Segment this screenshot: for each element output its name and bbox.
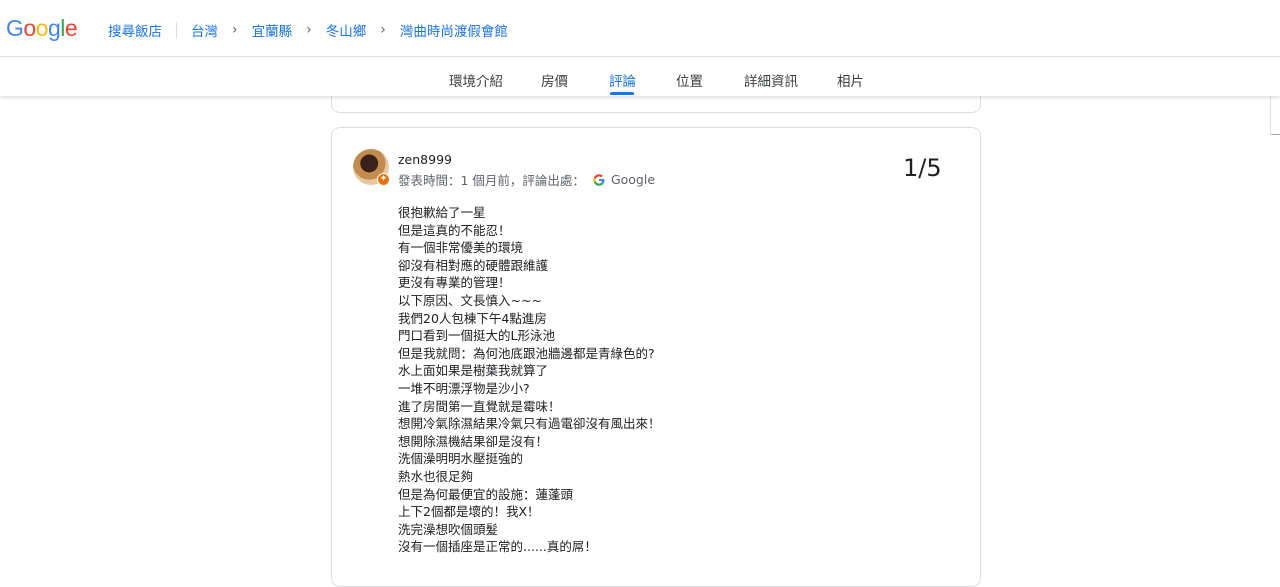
tab-location[interactable]: 位置 [676, 70, 703, 90]
logo-letter: e [64, 15, 78, 41]
tab-reviews[interactable]: 評論 [609, 70, 636, 90]
review-line: 進了房間第一直覺就是霉味！ [398, 398, 561, 414]
review-line: 有一個非常優美的環境 [398, 240, 524, 256]
review-card: ✦ zen8999 發表時間：1 個月前，評論出處： Google 1/5 很抱… [331, 127, 981, 587]
review-line: 沒有一個插座是正常的......真的屌！ [398, 539, 597, 555]
review-line: 上下2個都是壞的！我X！ [398, 504, 540, 520]
review-line: 我們20人包棟下午4點進房 [398, 310, 547, 326]
review-line: 但是這真的不能忍！ [398, 222, 511, 238]
tab-prices[interactable]: 房價 [541, 70, 568, 90]
breadcrumb-hotel-search[interactable]: 搜尋飯店 [108, 20, 162, 40]
review-body: 很抱歉給了一星 但是這真的不能忍！ 有一個非常優美的環境 卻沒有相對應的硬體跟維… [398, 204, 661, 556]
breadcrumb: 搜尋飯店 台灣 › 宜蘭縣 › 冬山鄉 › 灣曲時尚渡假會館 [108, 20, 508, 40]
logo-letter: o [23, 15, 36, 41]
review-source: Google [610, 172, 656, 187]
avatar[interactable]: ✦ [353, 149, 390, 186]
review-line: 很抱歉給了一星 [398, 205, 486, 220]
review-line: 想開除濕機結果卻是沒有！ [398, 433, 549, 449]
scrollbar-mark[interactable] [1271, 134, 1280, 135]
chevron-right-icon: › [380, 22, 386, 38]
section-tabs: 環境介紹 房價 評論 位置 詳細資訊 相片 [0, 58, 1280, 96]
breadcrumb-item-dongshan[interactable]: 冬山鄉 [326, 20, 367, 40]
review-line: 以下原因、文長慎入~~~ [398, 292, 542, 308]
review-line: 卻沒有相對應的硬體跟維護 [398, 257, 549, 273]
breadcrumb-item-taiwan[interactable]: 台灣 [191, 20, 218, 40]
reviewer-name[interactable]: zen8999 [398, 152, 452, 167]
tab-details[interactable]: 詳細資訊 [744, 70, 798, 90]
chevron-right-icon: › [232, 22, 238, 38]
review-line: 想開冷氣除濕結果冷氣只有過電卻沒有風出來！ [398, 416, 661, 432]
tab-overview[interactable]: 環境介紹 [449, 70, 503, 90]
tab-photos[interactable]: 相片 [837, 70, 864, 90]
logo-letter: o [35, 15, 49, 41]
google-logo[interactable]: Google [6, 15, 78, 42]
review-line: 門口看到一個挺大的L形泳池 [398, 328, 555, 344]
breadcrumb-divider [176, 22, 177, 38]
top-bar: Google 搜尋飯店 台灣 › 宜蘭縣 › 冬山鄉 › 灣曲時尚渡假會館 [0, 0, 1280, 57]
breadcrumb-item-hotel[interactable]: 灣曲時尚渡假會館 [400, 20, 508, 40]
review-line: 但是為何最便宜的設施：蓮蓬頭 [398, 486, 574, 502]
review-line: 但是我就問：為何池底跟池牆邊都是青綠色的? [398, 345, 655, 361]
google-g-icon [593, 173, 605, 186]
review-posted-time: 發表時間：1 個月前，評論出處： [398, 173, 585, 188]
local-guide-badge-icon: ✦ [377, 173, 390, 186]
chevron-right-icon: › [306, 22, 312, 38]
review-line: 更沒有專業的管理！ [398, 275, 511, 291]
review-line: 一堆不明漂浮物是沙小? [398, 380, 530, 396]
review-line: 熱水也很足夠 [398, 468, 474, 484]
review-rating: 1/5 [903, 154, 942, 182]
logo-letter: G [6, 15, 24, 41]
review-line: 水上面如果是樹葉我就算了 [398, 363, 549, 379]
logo-letter: g [47, 15, 61, 41]
review-meta: 發表時間：1 個月前，評論出處： Google [398, 170, 655, 189]
active-tab-indicator [610, 92, 634, 95]
breadcrumb-item-yilan[interactable]: 宜蘭縣 [252, 20, 293, 40]
review-line: 洗個澡明明水壓挺強的 [398, 451, 524, 467]
review-line: 洗完澡想吹個頭髮 [398, 521, 499, 537]
